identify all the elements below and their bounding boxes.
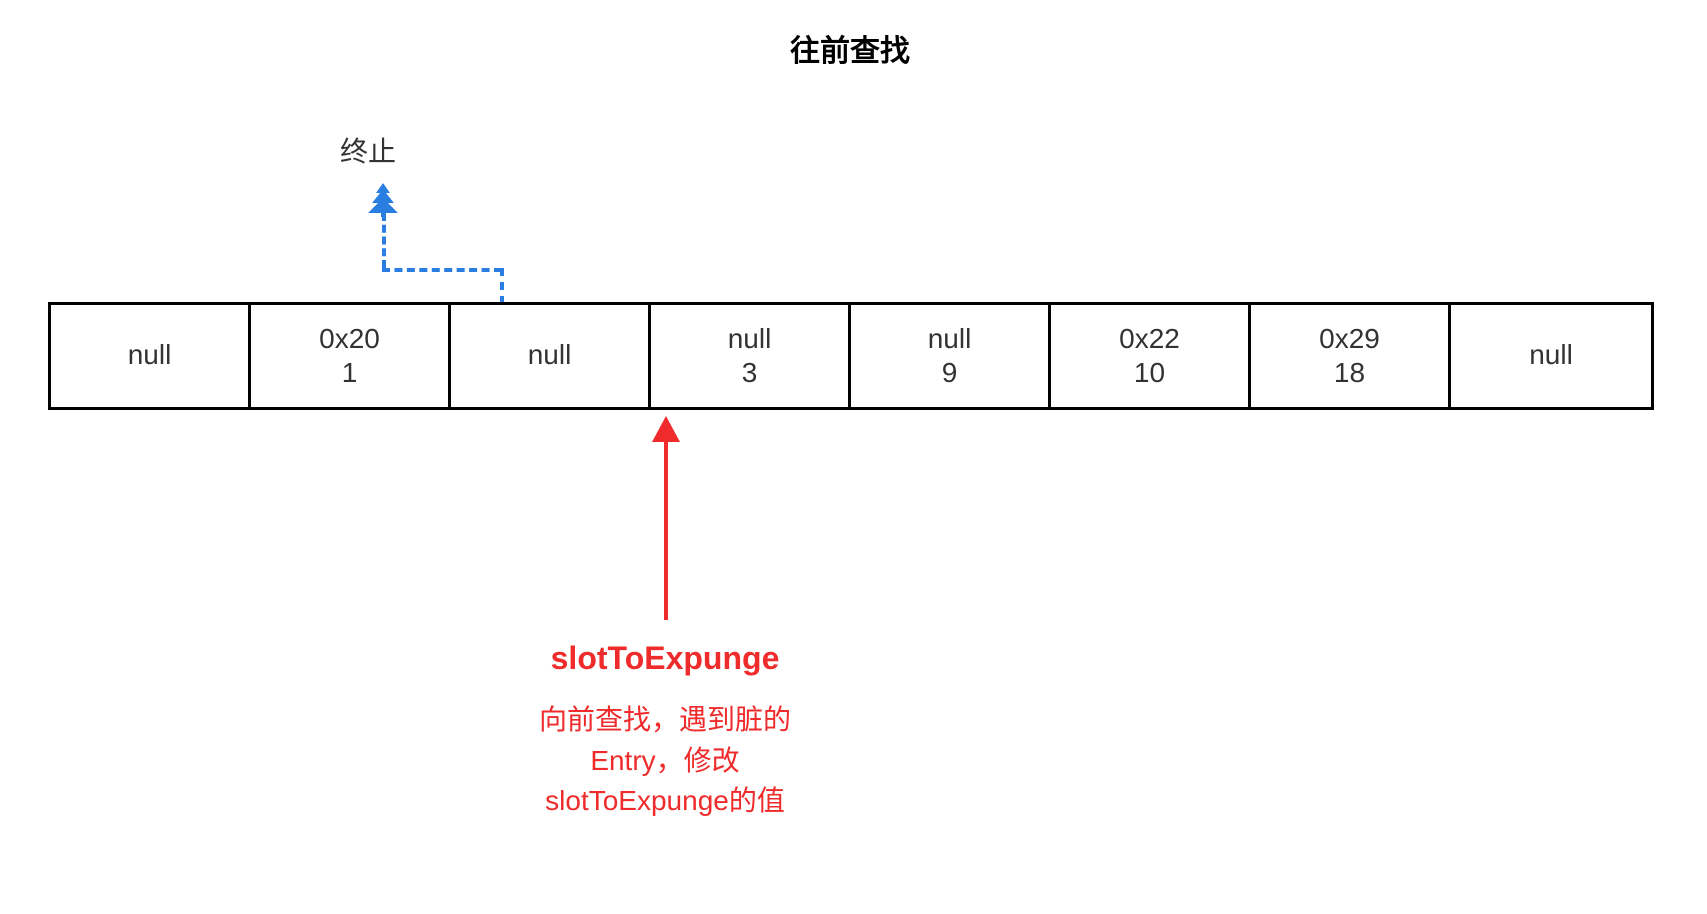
cell-key: null [728,323,772,355]
array-cell: null 3 [651,305,851,407]
array-cell: 0x29 18 [1251,305,1451,407]
cell-key: 0x29 [1319,323,1380,355]
pointer-title: slotToExpunge [450,640,880,677]
cell-key: null [528,339,572,371]
terminate-dash-horizontal [382,268,502,272]
pointer-arrow-head-icon [652,416,680,442]
array-cell: 0x22 10 [1051,305,1251,407]
terminate-dash-vertical-1 [382,213,386,268]
cell-key: null [128,339,172,371]
cell-key: null [1529,339,1573,371]
pointer-desc-line: slotToExpunge的值 [450,781,880,822]
cell-value: 9 [942,357,958,389]
backward-scan-arrow: 往前查找 [40,30,1660,70]
array-cell: null [1451,305,1651,407]
cell-value: 3 [742,357,758,389]
cell-value: 10 [1134,357,1165,389]
terminate-dash-vertical-2 [500,268,504,304]
pointer-description: 向前查找，遇到脏的 Entry，修改 slotToExpunge的值 [450,700,880,822]
pointer-arrow-stem [664,440,668,620]
array-cell: null [51,305,251,407]
array-cell: 0x20 1 [251,305,451,407]
array-cell: null 9 [851,305,1051,407]
cell-value: 18 [1334,357,1365,389]
hash-table-array: null 0x20 1 null null 3 null 9 0x22 10 0… [48,302,1654,410]
backward-scan-label: 往前查找 [40,26,1660,70]
cell-key: 0x22 [1119,323,1180,355]
cell-key: 0x20 [319,323,380,355]
cell-value: 1 [342,357,358,389]
pointer-desc-line: 向前查找，遇到脏的 [450,700,880,741]
cell-key: null [928,323,972,355]
pointer-desc-line: Entry，修改 [450,741,880,782]
terminate-label: 终止 [340,130,396,170]
array-cell: null [451,305,651,407]
